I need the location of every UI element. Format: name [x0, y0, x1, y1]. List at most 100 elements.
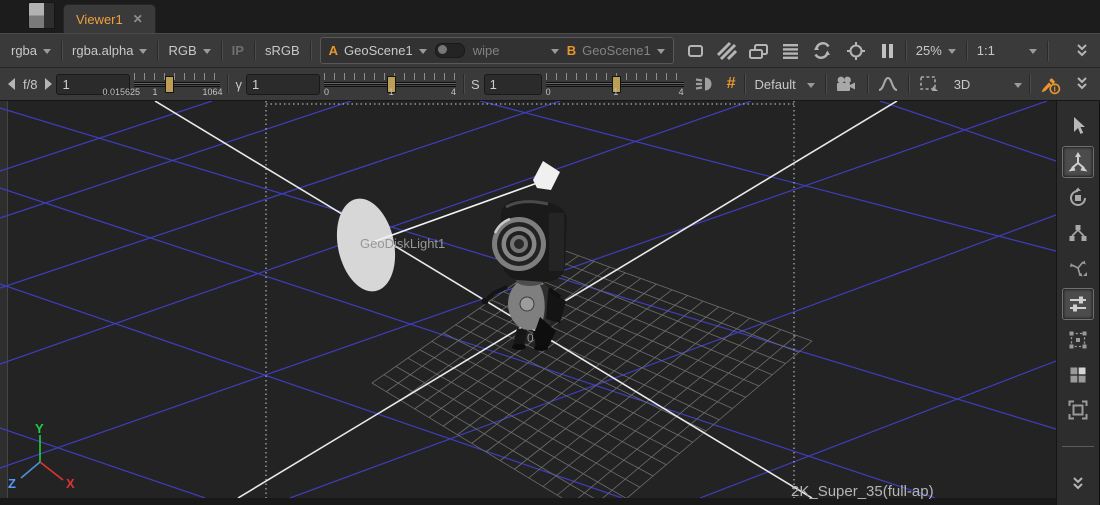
quad-view-icon	[1067, 364, 1089, 386]
double-chevron-down-icon	[1069, 476, 1087, 492]
headlamp-button[interactable]	[688, 74, 722, 94]
frame-brackets-icon	[1067, 399, 1089, 421]
refresh-icon	[811, 40, 835, 62]
viewer-lut-button[interactable]: sRGB	[258, 43, 307, 58]
chevron-down-icon	[419, 49, 427, 54]
double-chevron-down-icon	[1073, 43, 1091, 59]
vertex-select-button[interactable]	[1063, 325, 1093, 355]
pause-button[interactable]	[873, 41, 902, 61]
refresh-render-button[interactable]	[806, 40, 840, 62]
separator	[221, 41, 222, 61]
select-tool-button[interactable]	[1063, 111, 1093, 141]
viewport-left-edge	[0, 101, 7, 505]
svg-text:i: i	[1054, 85, 1056, 94]
scale-tool-button[interactable]	[1063, 218, 1093, 248]
sidebar-overflow-button[interactable]	[1063, 469, 1093, 499]
view-mode-dropdown[interactable]: 3D	[947, 77, 1029, 92]
pointer-icon	[1067, 115, 1089, 137]
saturation-input[interactable]	[484, 74, 542, 95]
axis-z-label: Z	[8, 476, 16, 491]
frame-square-icon	[685, 41, 706, 61]
cloned-viewers-button[interactable]	[742, 41, 775, 61]
marquee-icon	[917, 74, 942, 94]
scanline-mode-button[interactable]	[775, 41, 806, 61]
format-label: 2K_Super_35(full-ap)	[791, 483, 934, 500]
input-process-button[interactable]: IP	[225, 43, 251, 58]
saturation-slider[interactable]: 0 1 4	[546, 70, 684, 98]
bell-curve-icon	[876, 74, 900, 94]
alpha-layer-dropdown[interactable]: rgba.alpha	[65, 43, 154, 58]
separator	[908, 74, 909, 94]
gamma-slider[interactable]: 0 1 4	[324, 70, 456, 98]
proxy-dropdown[interactable]: 1:1	[970, 43, 1044, 58]
frame-window-button[interactable]	[680, 41, 711, 61]
separator	[254, 41, 255, 61]
chevron-down-icon	[657, 49, 665, 54]
layout-quad-button[interactable]	[1063, 360, 1093, 390]
viewer-toolbar-bottom: f/8 0.015625 1 1064 γ 0 1 4 S 0 1 4 #	[0, 68, 1100, 101]
roi-button[interactable]	[840, 40, 873, 62]
overlapping-windows-icon	[747, 41, 770, 61]
disk-light-label[interactable]: GeoDiskLight1	[360, 236, 445, 251]
next-fstop-button[interactable]	[45, 78, 52, 90]
viewer-side-toolbar	[1056, 101, 1099, 505]
rotate-tool-button[interactable]	[1063, 183, 1093, 213]
separator	[227, 74, 228, 94]
color-sample-button[interactable]: i	[1033, 72, 1068, 96]
falloff-curve-button[interactable]	[871, 74, 905, 94]
axis-y-label: Y	[35, 421, 44, 436]
separator	[744, 74, 745, 94]
crosshair-icon	[845, 40, 868, 62]
marquee-select-button[interactable]	[912, 74, 947, 94]
multi-slider-tool-button[interactable]	[1062, 288, 1094, 320]
skew-tool-button[interactable]	[1063, 253, 1093, 283]
toggle-knob	[438, 45, 447, 54]
separator	[1047, 41, 1048, 61]
gain-slider-handle[interactable]	[165, 76, 174, 93]
sidebar-separator	[1062, 446, 1094, 447]
separator	[61, 41, 62, 61]
double-chevron-down-icon	[1073, 76, 1091, 92]
lut-dropdown[interactable]: Default	[748, 77, 822, 92]
pane-menu-icon[interactable]	[28, 2, 55, 29]
ab-compare-group: A GeoScene1 wipe B GeoScene1	[320, 37, 674, 64]
scene-canvas[interactable]: 0,1	[0, 101, 1056, 505]
ab-toggle[interactable]	[435, 43, 465, 58]
channel-display-dropdown[interactable]: RGB	[161, 43, 217, 58]
axis-x-label: X	[66, 476, 75, 491]
chevron-down-icon	[948, 49, 956, 54]
b-input-dropdown[interactable]: B GeoScene1	[567, 43, 665, 58]
a-input-dropdown[interactable]: A GeoScene1	[329, 43, 427, 58]
chevron-down-icon	[1014, 83, 1022, 88]
tab-viewer1[interactable]: Viewer1 ✕	[63, 4, 156, 33]
layer-dropdown[interactable]: rgba	[4, 43, 58, 58]
close-icon[interactable]: ✕	[133, 12, 143, 26]
gamma-input[interactable]	[246, 74, 320, 95]
vertex-grid-icon	[1067, 329, 1089, 351]
wipe-mode-dropdown[interactable]: wipe	[473, 43, 559, 58]
gain-slider[interactable]: 0.015625 1 1064	[134, 70, 220, 98]
grid-icon: #	[727, 75, 736, 93]
headlight-icon	[693, 74, 717, 94]
viewport-3d[interactable]: 0,1	[0, 101, 1056, 505]
separator	[825, 74, 826, 94]
translate-tool-button[interactable]	[1062, 146, 1094, 178]
camera-icon	[834, 74, 859, 94]
frame-all-button[interactable]	[1063, 395, 1093, 425]
rotate-icon	[1067, 187, 1089, 209]
render-camera-button[interactable]	[829, 74, 864, 94]
tab-bar: Viewer1 ✕	[0, 0, 1100, 33]
chevron-down-icon	[551, 49, 559, 54]
toolbar2-overflow-button[interactable]	[1068, 76, 1096, 92]
separator	[966, 41, 967, 61]
toolbar-overflow-button[interactable]	[1068, 43, 1096, 59]
zoom-level-dropdown[interactable]: 25%	[909, 43, 963, 58]
separator	[463, 74, 464, 94]
fstop-label[interactable]: f/8	[19, 77, 41, 92]
skew-icon	[1067, 257, 1089, 279]
chevron-down-icon	[1029, 49, 1037, 54]
zebra-stripes-button[interactable]	[711, 41, 742, 61]
separator	[157, 41, 158, 61]
prev-fstop-button[interactable]	[8, 78, 15, 90]
grid-toggle-button[interactable]: #	[722, 75, 741, 93]
